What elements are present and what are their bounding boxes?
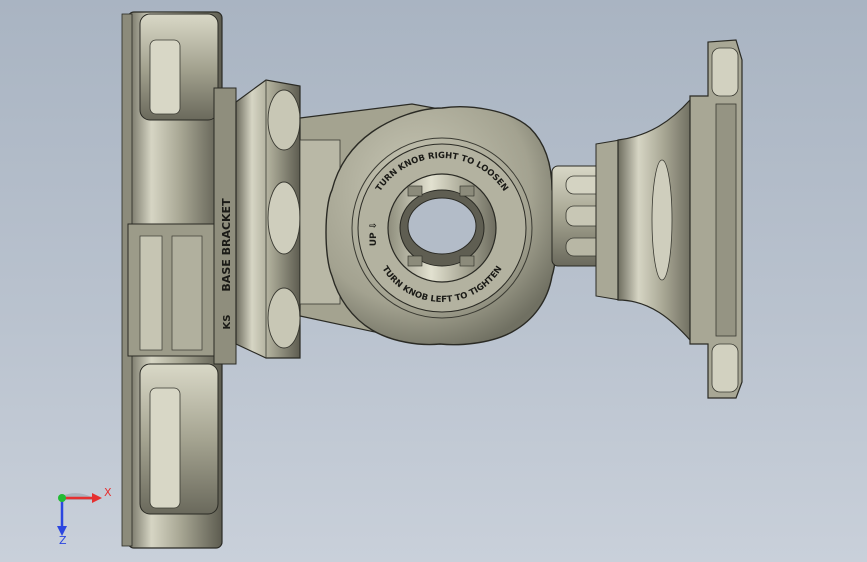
z-axis-label: Z bbox=[59, 534, 67, 547]
base-bracket-label: BASE BRACKET bbox=[220, 198, 233, 292]
x-axis-label: X bbox=[104, 486, 112, 499]
mount-plate[interactable] bbox=[617, 39, 743, 399]
base-bracket[interactable] bbox=[121, 11, 237, 549]
tension-knob[interactable] bbox=[325, 106, 558, 346]
y-axis-dot-icon bbox=[58, 494, 66, 502]
cad-viewport[interactable]: BASE BRACKET KS TURN KNOB RIGHT TO LOOSE… bbox=[0, 0, 867, 562]
knob-up-marker: UP ⇩ bbox=[369, 222, 379, 247]
ball-neck[interactable] bbox=[551, 139, 621, 301]
swivel-collar[interactable] bbox=[235, 79, 301, 359]
base-bracket-label-lower: KS bbox=[222, 315, 233, 330]
axis-triad: X Z bbox=[57, 486, 112, 547]
